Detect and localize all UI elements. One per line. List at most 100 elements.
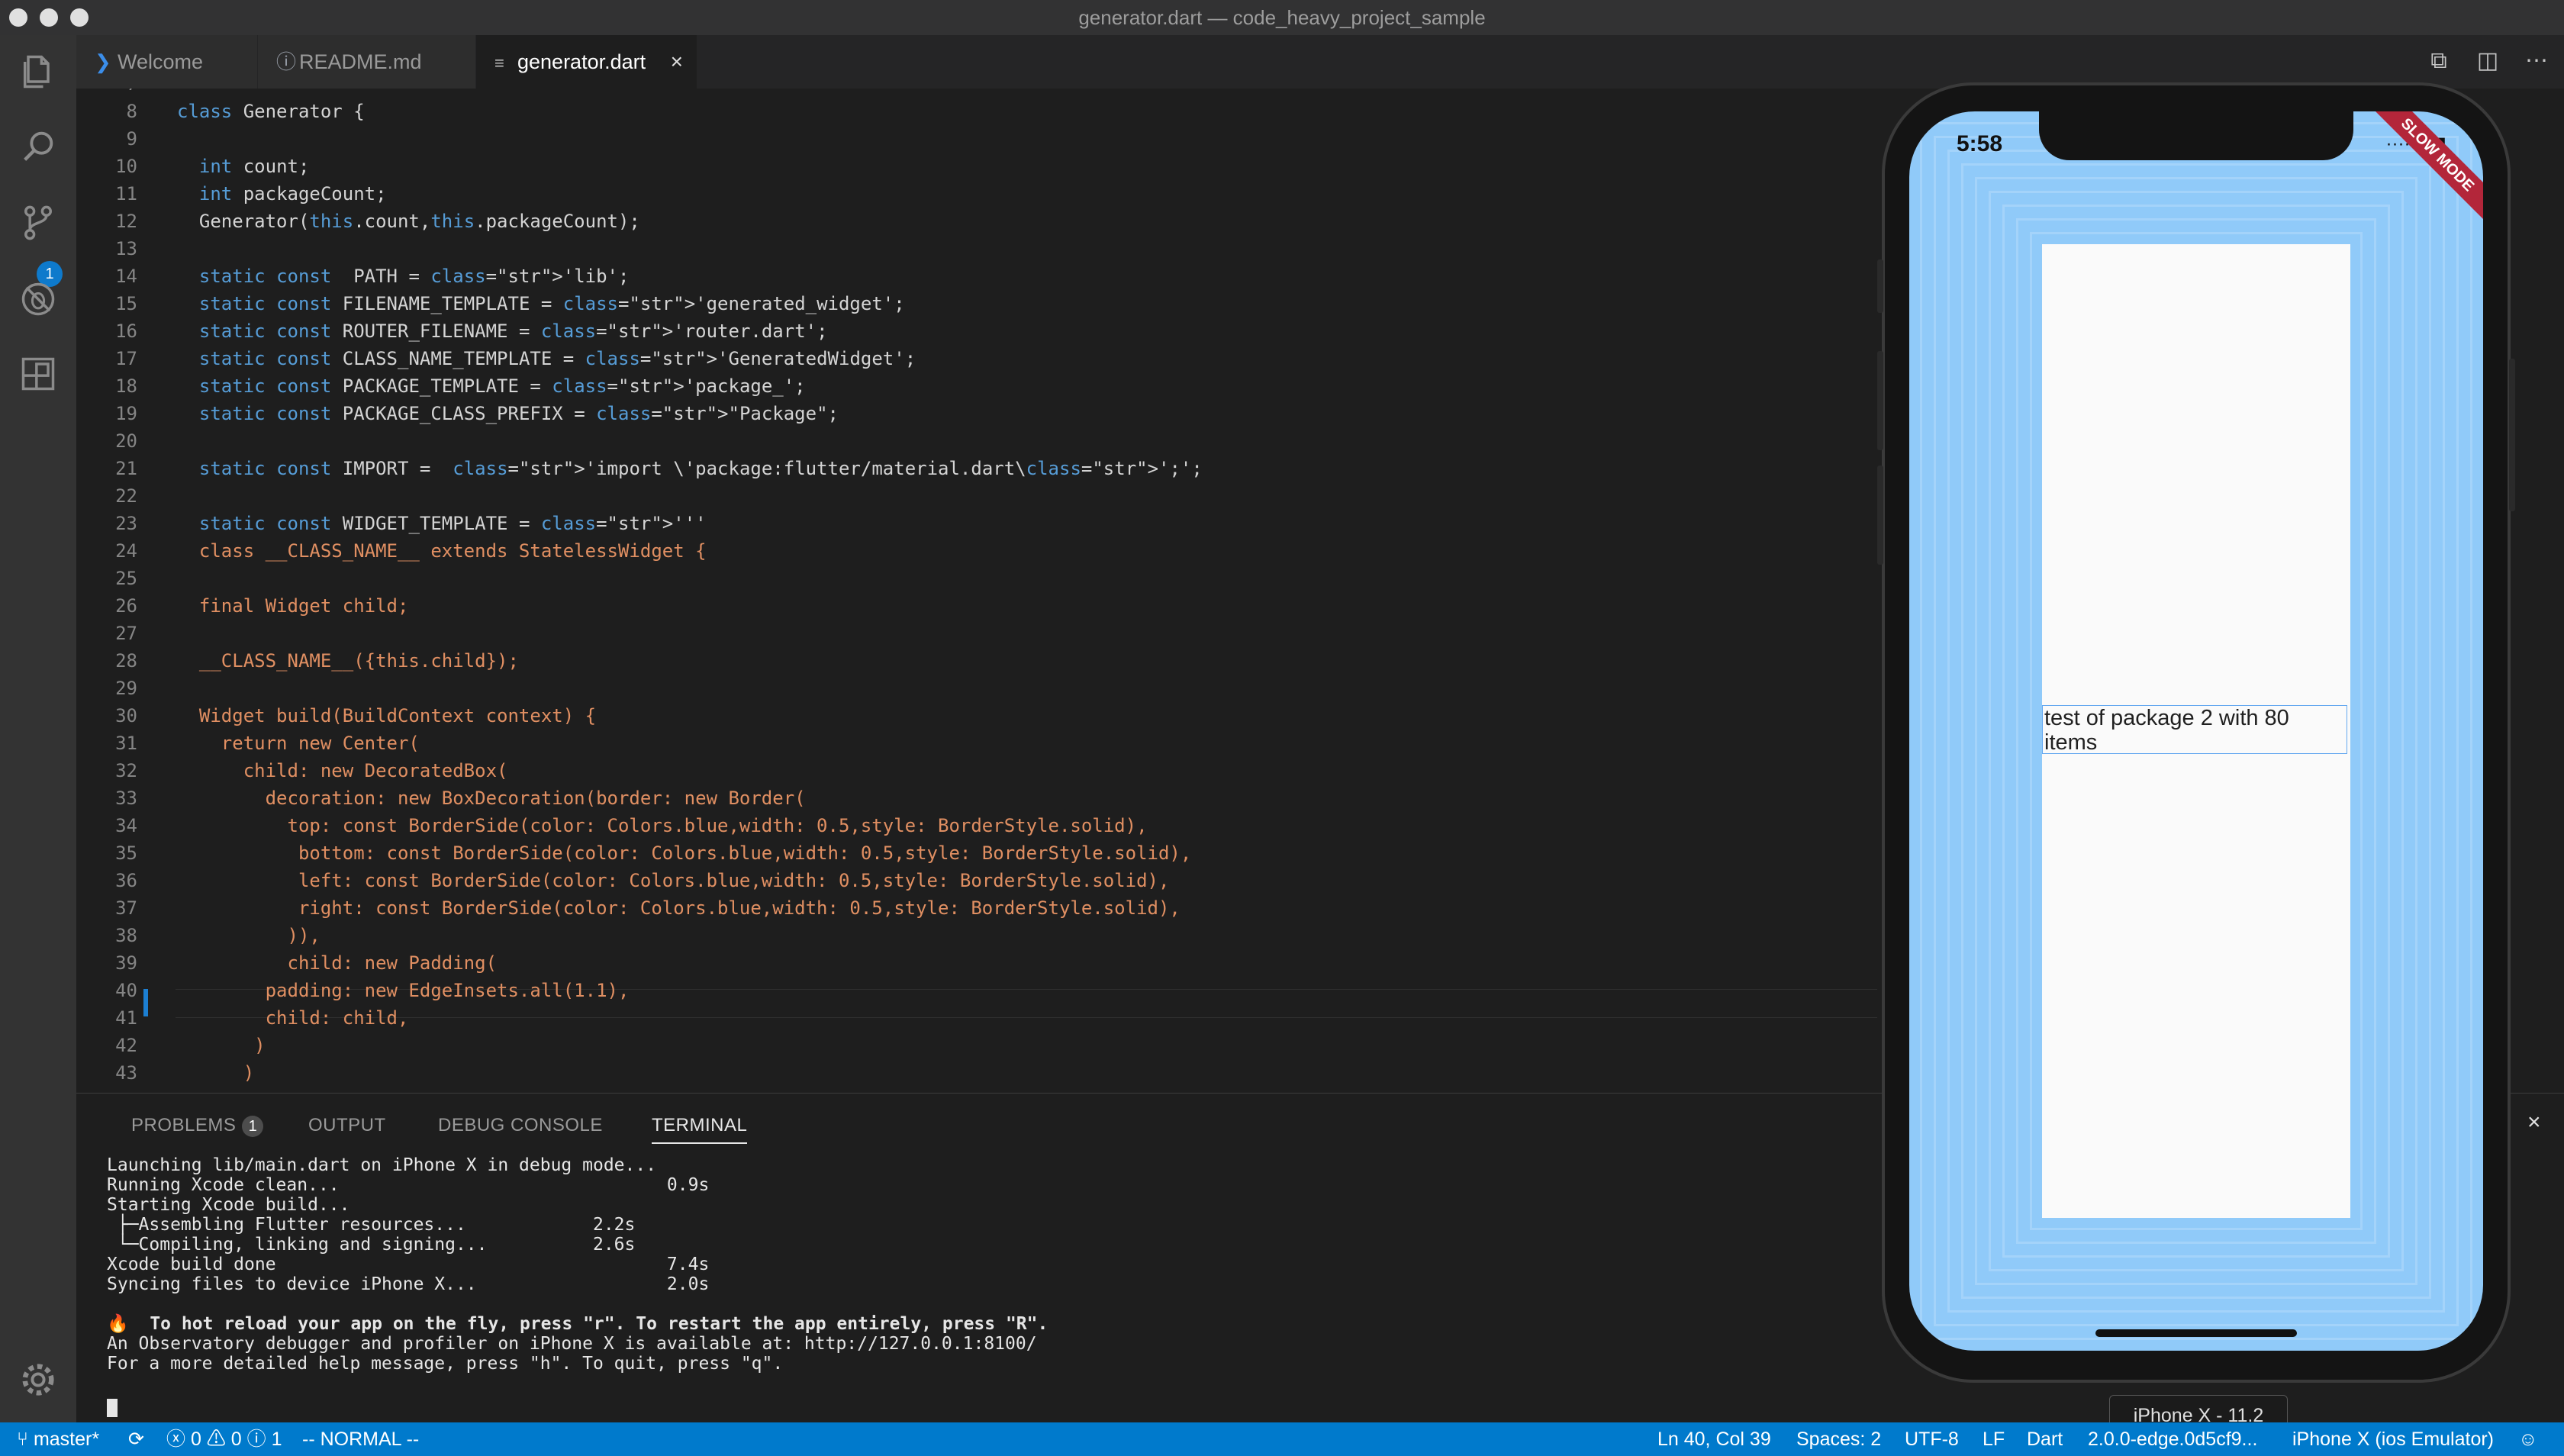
line-number: 28 <box>115 650 137 672</box>
code-text: right: const BorderSide(color: Colors.bl… <box>177 897 1181 919</box>
more-actions-icon[interactable]: ⋯ <box>2521 46 2552 76</box>
code-text: child: new DecoratedBox( <box>177 760 508 781</box>
line-number: 38 <box>115 925 137 946</box>
sync-icon[interactable]: ⟳ <box>128 1422 144 1456</box>
package-text: test of package 2 with 80 items <box>2042 705 2347 755</box>
code-text: bottom: const BorderSide(color: Colors.b… <box>177 842 1192 864</box>
line-number: 35 <box>115 842 137 864</box>
line-number: 30 <box>115 705 137 726</box>
debug-icon[interactable] <box>18 279 58 319</box>
terminal-line: An Observatory debugger and profiler on … <box>107 1334 1037 1354</box>
code-text: decoration: new BoxDecoration(border: ne… <box>177 788 806 809</box>
close-icon[interactable]: × <box>671 35 683 89</box>
vim-mode: -- NORMAL -- <box>302 1429 420 1450</box>
code-text: static const PATH = class="str">'lib'; <box>198 266 630 287</box>
code-text: left: const BorderSide(color: Colors.blu… <box>177 870 1170 891</box>
line-number: 11 <box>115 183 137 205</box>
terminal-line: Syncing files to device iPhone X... 2.0s <box>107 1274 710 1294</box>
line-number: 43 <box>115 1062 137 1084</box>
gear-icon[interactable] <box>18 1360 58 1400</box>
window-title: generator.dart — code_heavy_project_samp… <box>1078 6 1486 29</box>
info-icon: ⓘ <box>246 1429 272 1450</box>
terminal-line: Launching lib/main.dart on iPhone X in d… <box>107 1155 657 1175</box>
line-number: 7 <box>76 89 137 98</box>
terminal-line: ├─Assembling Flutter resources... 2.2s <box>107 1215 636 1235</box>
code-editor[interactable]: 7 8 class Generator {9 10 int count; 11 int … <box>76 89 1877 1093</box>
phone-power-button <box>2509 359 2515 511</box>
close-panel-icon[interactable]: × <box>2527 1110 2541 1135</box>
line-number: 15 <box>115 293 137 314</box>
tab-welcome[interactable]: ❯ Welcome <box>76 35 258 89</box>
code-text: int packageCount; <box>198 183 387 205</box>
code-text: static const PACKAGE_CLASS_PREFIX = clas… <box>198 403 839 424</box>
minimap[interactable] <box>2518 89 2564 1093</box>
line-number: 27 <box>115 623 137 644</box>
problems-indicator[interactable]: ⓧ 0 ⚠ 0 ⓘ 1 <box>166 1422 282 1456</box>
terminal-line: Xcode build done 7.4s <box>107 1255 710 1274</box>
code-text: child: child, <box>177 1007 409 1029</box>
cursor-position[interactable]: Ln 40, Col 39 <box>1657 1422 1771 1456</box>
line-number: 8 <box>126 101 137 122</box>
warning-icon: ⚠ <box>206 1429 231 1450</box>
encoding[interactable]: UTF-8 <box>1905 1422 1959 1456</box>
branch-indicator[interactable]: ⑂ master* <box>17 1422 99 1456</box>
line-number: 26 <box>115 595 137 617</box>
code-text: static const WIDGET_TEMPLATE = class="st… <box>198 513 707 534</box>
terminal-line: └─Compiling, linking and signing... 2.6s <box>107 1235 636 1255</box>
code-text: ) <box>177 1035 266 1056</box>
line-number: 16 <box>115 321 137 342</box>
code-text: class __CLASS_NAME__ extends StatelessWi… <box>177 540 707 562</box>
info-icon: ⓘ <box>276 50 297 73</box>
terminal-line: For a more detailed help message, press … <box>107 1354 784 1374</box>
code-text: return new Center( <box>177 733 420 754</box>
indentation[interactable]: Spaces: 2 <box>1796 1422 1881 1456</box>
simulator-screen[interactable]: test of package 2 with 80 items 5:58 ···… <box>1909 111 2483 1351</box>
line-number: 40 <box>115 980 137 1001</box>
code-text: static const ROUTER_FILENAME = class="st… <box>198 321 828 342</box>
tab-generator[interactable]: ≡ generator.dart × <box>476 35 697 89</box>
line-number: 31 <box>115 733 137 754</box>
feedback-smiley-icon[interactable]: ☺ <box>2518 1422 2538 1456</box>
line-number: 19 <box>115 403 137 424</box>
terminal-line: Running Xcode clean... 0.9s <box>107 1175 710 1195</box>
home-indicator[interactable] <box>2095 1329 2297 1337</box>
extensions-icon[interactable] <box>18 354 58 394</box>
code-text: child: new Padding( <box>177 952 498 974</box>
end-of-line[interactable]: LF <box>1983 1422 2005 1456</box>
code-text: Generator(this.count,this.packageCount); <box>177 211 640 232</box>
line-number: 18 <box>115 375 137 397</box>
line-number: 12 <box>115 211 137 232</box>
tab-readme[interactable]: ⓘ README.md <box>258 35 476 89</box>
code-text: final Widget child; <box>177 595 409 617</box>
split-editor-icon[interactable]: ◫ <box>2472 46 2503 76</box>
sdk-version[interactable]: 2.0.0-edge.0d5cf9... <box>2088 1422 2257 1456</box>
device-selector[interactable]: iPhone X (ios Emulator) <box>2292 1422 2494 1456</box>
tab-output[interactable]: OUTPUT <box>308 1109 386 1142</box>
tab-terminal[interactable]: TERMINAL <box>652 1109 748 1144</box>
status-time: 5:58 <box>1957 131 2003 156</box>
phone-volume-up <box>1877 351 1883 450</box>
code-text: __CLASS_NAME__({this.child}); <box>177 650 519 672</box>
explorer-icon[interactable] <box>18 52 58 92</box>
line-number: 33 <box>115 788 137 809</box>
source-control-icon[interactable] <box>18 203 58 243</box>
terminal-cursor <box>107 1399 118 1417</box>
line-number: 17 <box>115 348 137 369</box>
language-mode[interactable]: Dart <box>2027 1422 2063 1456</box>
open-preview-icon[interactable]: ⧉ <box>2424 46 2454 76</box>
code-text: static const CLASS_NAME_TEMPLATE = class… <box>198 348 916 369</box>
code-text: ) <box>177 1062 255 1084</box>
modified-line-marker <box>143 989 148 1016</box>
tab-debug-console[interactable]: DEBUG CONSOLE <box>438 1109 603 1142</box>
line-number: 24 <box>115 540 137 562</box>
tab-problems[interactable]: PROBLEMS 1 <box>131 1109 264 1142</box>
terminal-line: Starting Xcode build... <box>107 1195 350 1215</box>
phone-notch <box>2039 111 2353 160</box>
phone-volume-down <box>1877 465 1883 565</box>
error-icon: ⓧ <box>166 1429 191 1450</box>
search-icon[interactable] <box>18 127 58 166</box>
line-number: 41 <box>115 1007 137 1029</box>
line-number: 32 <box>115 760 137 781</box>
code-text: static const PACKAGE_TEMPLATE = class="s… <box>198 375 806 397</box>
line-number: 21 <box>115 458 137 479</box>
